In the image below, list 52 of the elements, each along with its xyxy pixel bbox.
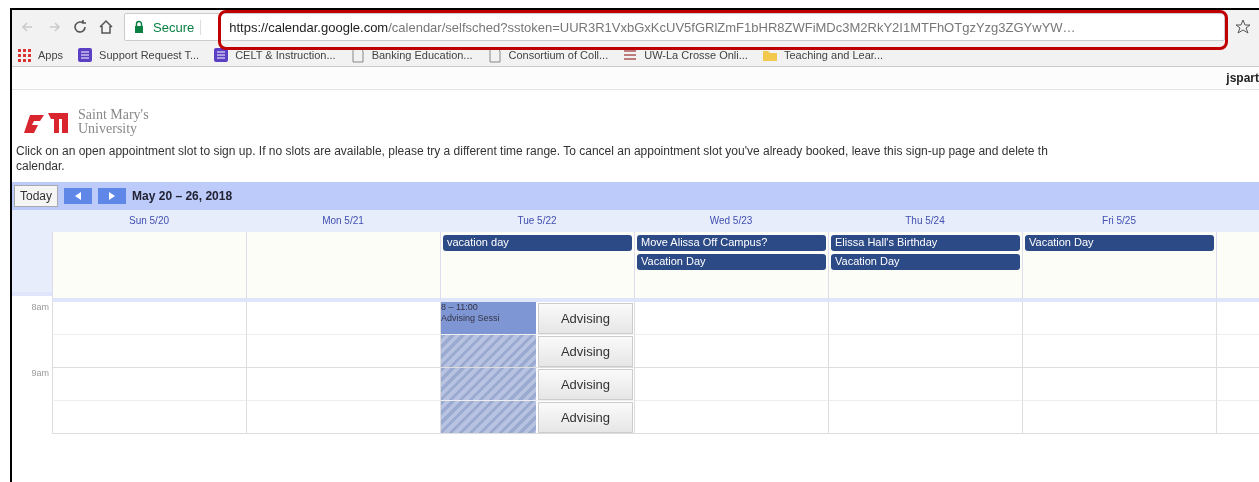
bookmark[interactable]: Support Request T...: [77, 47, 200, 63]
day-header: Fri 5/25: [1022, 210, 1216, 232]
calendar-cell: [1216, 335, 1259, 368]
user-name: jspart: [1226, 71, 1259, 85]
apps-grid-icon: [16, 47, 32, 63]
page-icon: [349, 47, 366, 63]
date-range: May 20 – 26, 2018: [132, 189, 233, 203]
secure-label: Secure: [153, 19, 202, 35]
home-icon[interactable]: [98, 19, 114, 35]
all-day-event[interactable]: vacation day: [443, 235, 632, 251]
all-day-event[interactable]: Vacation Day: [831, 254, 1020, 270]
today-button[interactable]: Today: [14, 185, 59, 207]
busy-block: 8 – 11:00 Advising Sessi: [441, 302, 536, 334]
appointment-slot[interactable]: Advising: [538, 402, 633, 433]
previous-button[interactable]: [64, 188, 93, 204]
all-day-event[interactable]: Move Alissa Off Campus?: [637, 235, 826, 251]
appointment-slot[interactable]: Advising: [538, 336, 633, 367]
form-icon: [213, 47, 230, 63]
all-day-gutter: [12, 232, 52, 296]
star-icon[interactable]: [1235, 19, 1251, 35]
reload-icon[interactable]: [72, 19, 88, 35]
list-icon: [622, 47, 639, 63]
calendar-cell: [1216, 368, 1259, 401]
right-arrow-icon: [109, 192, 116, 200]
day-header: Thu 5/24: [828, 210, 1022, 232]
address-bar[interactable]: Secure https://calendar.google.com/calendar/selfsched?sstoken=UUR3R1VxbGxKcUV5fGRlZmF1bHR8ZWFiMDc3M2RkY2I1MTFhOTgzYzg3ZGYwYW…: [124, 13, 1225, 41]
all-day-event[interactable]: Elissa Hall's Birthday: [831, 235, 1020, 251]
url-text: https://calendar.google.com/calendar/selfsched?sstoken=UUR3R1VxbGxKcUV5fGRlZmF1bHR8ZWFiMDc3M2RkY2I1MTFhOTgzYzg3ZGYwYW…: [229, 19, 1076, 35]
time-label: 9am: [31, 368, 49, 378]
calendar-cell: [1216, 302, 1259, 335]
bookmark[interactable]: Teaching and Lear...: [761, 47, 883, 63]
page-icon: [486, 47, 503, 63]
all-day-event[interactable]: Vacation Day: [1025, 235, 1214, 251]
bookmark[interactable]: Banking Education...: [349, 47, 473, 63]
day-header: Mon 5/21: [246, 210, 440, 232]
day-header: Wed 5/23: [634, 210, 828, 232]
bookmark[interactable]: UW-La Crosse Onli...: [622, 47, 748, 63]
calendar-cell: [1216, 401, 1259, 434]
instructions-text: Click on an open appointment slot to sign up. If no slots are available, please try a different time range. To cancel an appointment slot you've already booked, leave this sign-up page and delete th calendar.: [15, 144, 1049, 175]
bookmark[interactable]: Consortium of Coll...: [486, 47, 609, 63]
next-button[interactable]: [98, 188, 127, 204]
left-arrow-icon: [75, 192, 82, 200]
bookmark[interactable]: Apps: [16, 47, 64, 63]
bookmark[interactable]: CELT & Instruction...: [213, 47, 336, 63]
form-icon: [77, 47, 94, 63]
university-name: Saint Mary's University: [78, 108, 149, 136]
day-header: Sun 5/20: [52, 210, 246, 232]
all-day-event[interactable]: Vacation Day: [637, 254, 826, 270]
time-label: 8am: [31, 302, 49, 312]
day-header: Tue 5/22: [440, 210, 634, 232]
appointment-slot[interactable]: Advising: [538, 303, 633, 334]
appointment-slot[interactable]: Advising: [538, 369, 633, 400]
